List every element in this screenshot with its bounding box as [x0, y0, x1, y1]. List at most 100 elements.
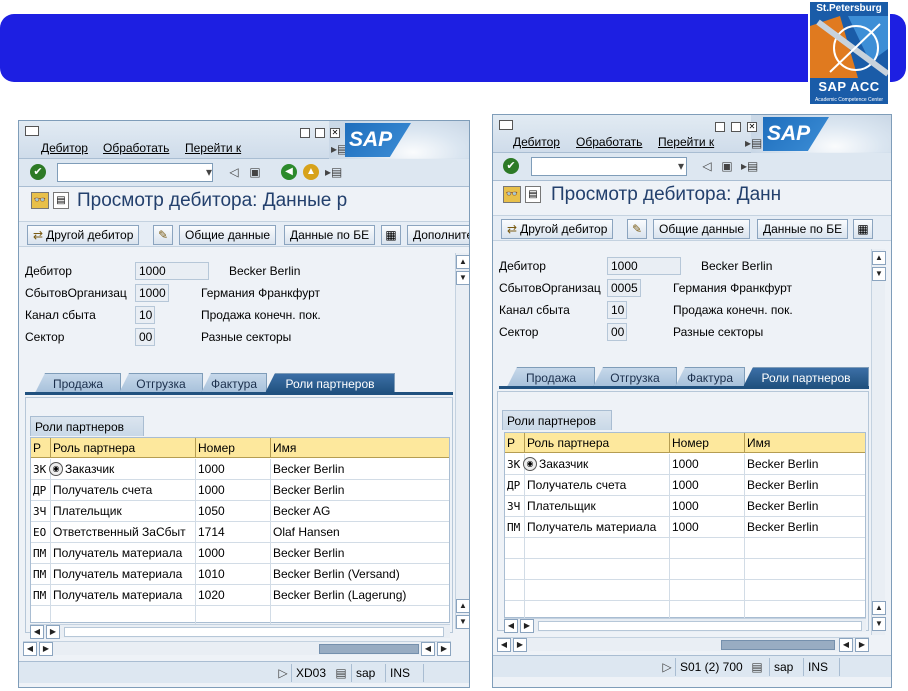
horizontal-scrollbar[interactable]: ◀ ▶ ◀ ▶ [497, 637, 869, 652]
document-icon[interactable]: ▤ [53, 192, 69, 209]
other-debtor-button[interactable]: ⇄ Другой дебитор [501, 219, 614, 239]
close-icon[interactable]: ✕ [747, 122, 757, 132]
enter-check-icon[interactable]: ✔ [30, 164, 46, 180]
glasses-icon[interactable]: 👓 [31, 192, 49, 209]
tab-shipping[interactable]: Отгрузка [593, 367, 677, 387]
table-scroll-right-button[interactable]: ▶ [46, 625, 60, 639]
back-arrow-icon[interactable]: ◁ [226, 164, 242, 180]
command-field[interactable] [531, 157, 687, 176]
scroll-down-bottom-button[interactable]: ▼ [872, 617, 886, 631]
tab-sales[interactable]: Продажа [35, 373, 121, 393]
menu-edit[interactable]: Обработать [576, 135, 642, 149]
table-scroll-thumb[interactable] [538, 621, 862, 631]
command-dropdown-icon[interactable]: ▾ [201, 164, 217, 180]
customize-layout-icon[interactable]: ▸▤ [331, 141, 348, 157]
table-row[interactable]: ЗК ◉ Заказчик 1000 Becker Berlin [505, 454, 865, 475]
back-icon[interactable]: ◀ [281, 164, 297, 180]
table-row[interactable] [505, 538, 865, 559]
other-debtor-button[interactable]: ⇄ Другой дебитор [27, 225, 140, 245]
column-p[interactable]: P [505, 433, 525, 453]
column-role[interactable]: Роль партнера [525, 433, 670, 453]
status-transaction[interactable]: S01 (2) 700 [675, 658, 759, 676]
table-row[interactable]: ПМ Получатель материала 1010 Becker Berl… [31, 564, 449, 585]
command-field[interactable] [57, 163, 213, 182]
table-scroll-left-button[interactable]: ◀ [504, 619, 518, 633]
distribution-channel-field[interactable]: 10 [607, 301, 627, 319]
sales-org-field[interactable]: 0005 [607, 279, 641, 297]
table-row[interactable]: ДР Получатель счета 1000 Becker Berlin [505, 475, 865, 496]
scroll-right-end-button[interactable]: ▶ [855, 638, 869, 652]
print-button[interactable]: ▦ [381, 225, 401, 245]
status-dropdown-icon[interactable]: ▤ [749, 659, 765, 675]
scroll-thumb[interactable] [319, 644, 419, 654]
scroll-down-button[interactable]: ▼ [872, 267, 886, 281]
save-icon[interactable]: ▣ [719, 158, 735, 174]
system-menu-icon[interactable] [25, 126, 39, 136]
distribution-channel-field[interactable]: 10 [135, 306, 155, 324]
column-role[interactable]: Роль партнера [51, 438, 196, 458]
table-row[interactable]: ЗЧ Плательщик 1050 Becker AG [31, 501, 449, 522]
status-dropdown-icon[interactable]: ▤ [333, 665, 349, 681]
scroll-down-button[interactable]: ▼ [456, 271, 469, 285]
table-row[interactable]: ПМ Получатель материала 1000 Becker Berl… [505, 517, 865, 538]
print-button[interactable]: ▦ [853, 219, 873, 239]
scroll-left-end-button[interactable]: ◀ [839, 638, 853, 652]
scroll-down-bottom-button[interactable]: ▼ [456, 615, 469, 629]
close-icon[interactable]: ✕ [330, 128, 340, 138]
status-mode[interactable]: INS [385, 664, 421, 682]
table-row[interactable] [505, 580, 865, 601]
scroll-up-bottom-button[interactable]: ▲ [872, 601, 886, 615]
scroll-up-button[interactable]: ▲ [456, 255, 469, 269]
debtor-field[interactable]: 1000 [607, 257, 681, 275]
table-scroll-right-button[interactable]: ▶ [520, 619, 534, 633]
scroll-right-button[interactable]: ▶ [513, 638, 527, 652]
division-field[interactable]: 00 [607, 323, 627, 341]
maximize-icon[interactable] [731, 122, 741, 132]
table-row[interactable] [505, 559, 865, 580]
menu-goto[interactable]: Перейти к [185, 141, 241, 155]
menu-debtor[interactable]: Дебитор [41, 141, 88, 155]
status-mode[interactable]: INS [803, 658, 837, 676]
minimize-icon[interactable] [300, 128, 310, 138]
tab-billing[interactable]: Фактура [675, 367, 745, 387]
table-scroll-thumb[interactable] [64, 627, 444, 637]
tab-billing[interactable]: Фактура [201, 373, 267, 393]
glasses-icon[interactable]: 👓 [503, 186, 521, 203]
exit-icon[interactable]: ▲ [303, 164, 319, 180]
edit-pencil-button[interactable]: ✎ [627, 219, 647, 239]
scroll-left-button[interactable]: ◀ [497, 638, 511, 652]
save-icon[interactable]: ▣ [247, 164, 263, 180]
status-expand-icon[interactable]: ▷ [659, 659, 675, 675]
vertical-scrollbar[interactable]: ▲ ▼ ▲ ▼ [871, 249, 886, 635]
customize-layout-icon[interactable]: ▸▤ [745, 135, 762, 151]
maximize-icon[interactable] [315, 128, 325, 138]
minimize-icon[interactable] [715, 122, 725, 132]
column-name[interactable]: Имя [271, 438, 451, 458]
general-data-button[interactable]: Общие данные [653, 219, 751, 239]
new-session-icon[interactable]: ▸▤ [325, 164, 342, 180]
menu-goto[interactable]: Перейти к [658, 135, 714, 149]
tab-partner-roles[interactable]: Роли партнеров [743, 367, 869, 387]
column-number[interactable]: Номер [196, 438, 271, 458]
additional-data-button[interactable]: Дополните [407, 225, 469, 245]
menu-edit[interactable]: Обработать [103, 141, 169, 155]
table-row[interactable]: ПМ Получатель материала 1020 Becker Berl… [31, 585, 449, 606]
horizontal-scrollbar[interactable]: ◀ ▶ ◀ ▶ [23, 641, 451, 656]
division-field[interactable]: 00 [135, 328, 155, 346]
scroll-right-button[interactable]: ▶ [39, 642, 53, 656]
scroll-up-bottom-button[interactable]: ▲ [456, 599, 469, 613]
sales-org-field[interactable]: 1000 [135, 284, 169, 302]
table-row[interactable]: ДР Получатель счета 1000 Becker Berlin [31, 480, 449, 501]
general-data-button[interactable]: Общие данные [179, 225, 277, 245]
table-horizontal-scrollbar[interactable]: ◀ ▶ [504, 618, 866, 633]
edit-pencil-button[interactable]: ✎ [153, 225, 173, 245]
column-p[interactable]: P [31, 438, 51, 458]
scroll-thumb[interactable] [721, 640, 835, 650]
debtor-field[interactable]: 1000 [135, 262, 209, 280]
company-code-data-button[interactable]: Данные по БЕ [757, 219, 849, 239]
table-horizontal-scrollbar[interactable]: ◀ ▶ [30, 624, 450, 639]
tab-shipping[interactable]: Отгрузка [119, 373, 203, 393]
table-row[interactable]: ЕО Ответственный ЗаСбыт 1714 Olaf Hansen [31, 522, 449, 543]
scroll-right-end-button[interactable]: ▶ [437, 642, 451, 656]
document-icon[interactable]: ▤ [525, 186, 541, 203]
